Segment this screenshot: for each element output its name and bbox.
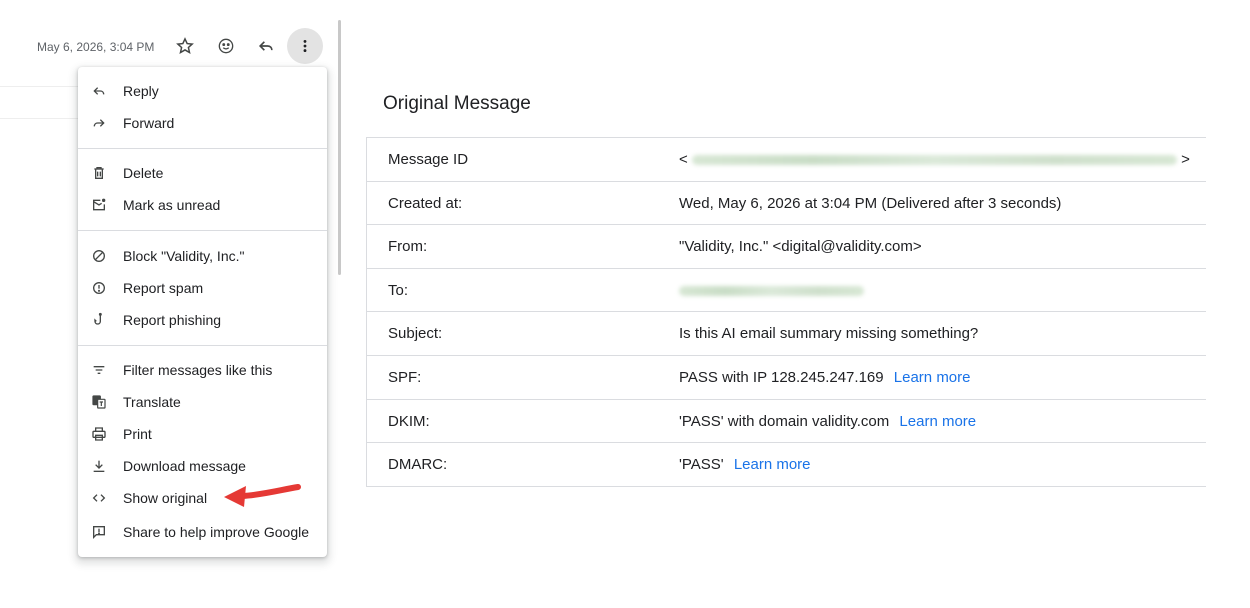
print-icon — [90, 425, 108, 443]
message-id-value: < > — [679, 151, 1190, 168]
table-row: To: — [367, 269, 1206, 313]
annotation-arrow — [224, 484, 301, 507]
divider — [0, 86, 80, 87]
row-value: "Validity, Inc." <digital@validity.com> — [679, 238, 922, 256]
redacted-recipient — [679, 285, 864, 296]
menu-item-label: Report spam — [123, 280, 204, 296]
menu-item-label: Translate — [123, 394, 181, 410]
message-details-table: Message ID < > Created at: Wed, May 6, 2… — [366, 137, 1206, 487]
menu-divider — [78, 345, 327, 346]
table-row: Created at: Wed, May 6, 2026 at 3:04 PM … — [367, 182, 1206, 226]
menu-item-label: Report phishing — [123, 312, 222, 328]
scrollbar[interactable] — [338, 20, 341, 275]
message-date: May 6, 2026, 3:04 PM — [37, 40, 155, 54]
row-label: From: — [388, 238, 428, 256]
learn-more-link[interactable]: Learn more — [899, 413, 976, 430]
menu-item-mark-unread[interactable]: Mark as unread — [78, 190, 327, 220]
row-label: To: — [388, 281, 409, 299]
redacted-message-id — [691, 155, 1177, 166]
menu-item-print[interactable]: Print — [78, 419, 327, 449]
table-row: DKIM: 'PASS' with domain validity.com Le… — [367, 400, 1206, 444]
menu-item-delete[interactable]: Delete — [78, 158, 327, 188]
dkim-result: 'PASS' with domain validity.com — [679, 412, 890, 430]
divider — [0, 118, 80, 119]
more-vert-icon[interactable] — [287, 28, 323, 64]
table-row: From: "Validity, Inc." <digital@validity… — [367, 225, 1206, 269]
menu-item-download[interactable]: Download message — [78, 451, 327, 481]
star-icon[interactable] — [171, 32, 199, 60]
table-row: DMARC: 'PASS' Learn more — [367, 443, 1206, 487]
menu-item-label: Forward — [123, 115, 175, 131]
row-label: Message ID — [388, 151, 469, 168]
row-value: Is this AI email summary missing somethi… — [679, 325, 979, 343]
forward-icon — [90, 114, 108, 132]
menu-item-reply[interactable]: Reply — [78, 76, 327, 106]
menu-item-label: Share to help improve Google — [123, 524, 309, 540]
trash-icon — [90, 164, 108, 182]
menu-item-label: Show original — [123, 490, 208, 506]
to-value — [679, 282, 864, 299]
reply-icon[interactable] — [252, 32, 280, 60]
dmarc-result: 'PASS' — [679, 456, 724, 474]
learn-more-link[interactable]: Learn more — [894, 369, 971, 386]
code-icon — [90, 489, 108, 507]
mark-unread-icon — [90, 196, 108, 214]
menu-divider — [78, 148, 327, 149]
table-row: Message ID < > — [367, 138, 1206, 182]
row-value: PASS with IP 128.245.247.169 Learn more — [679, 369, 971, 386]
row-label: Subject: — [388, 325, 443, 343]
menu-item-label: Reply — [123, 83, 159, 99]
emoji-icon[interactable] — [212, 32, 240, 60]
reply-icon — [90, 82, 108, 100]
download-icon — [90, 457, 108, 475]
row-value: 'PASS' with domain validity.com Learn mo… — [679, 413, 976, 430]
menu-item-translate[interactable]: Translate — [78, 387, 327, 417]
page-title: Original Message — [383, 93, 531, 114]
learn-more-link[interactable]: Learn more — [734, 456, 811, 473]
menu-item-label: Delete — [123, 165, 164, 181]
menu-item-label: Block "Validity, Inc." — [123, 248, 245, 264]
menu-divider — [78, 230, 327, 231]
menu-item-label: Mark as unread — [123, 197, 221, 213]
filter-icon — [90, 361, 108, 379]
row-label: SPF: — [388, 368, 422, 386]
menu-item-report-spam[interactable]: Report spam — [78, 273, 327, 303]
spf-result: PASS with IP 128.245.247.169 — [679, 368, 884, 386]
row-value: 'PASS' Learn more — [679, 456, 811, 473]
translate-icon — [90, 393, 108, 411]
row-label: DMARC: — [388, 456, 448, 474]
menu-item-report-phishing[interactable]: Report phishing — [78, 305, 327, 335]
menu-item-forward[interactable]: Forward — [78, 108, 327, 138]
menu-item-share-feedback[interactable]: Share to help improve Google — [78, 517, 327, 547]
table-row: Subject: Is this AI email summary missin… — [367, 312, 1206, 356]
menu-item-label: Print — [123, 426, 152, 442]
phishing-icon — [90, 311, 108, 329]
menu-item-label: Filter messages like this — [123, 362, 273, 378]
menu-item-label: Download message — [123, 458, 246, 474]
row-label: DKIM: — [388, 412, 430, 430]
feedback-icon — [90, 523, 108, 541]
block-icon — [90, 247, 108, 265]
table-row: SPF: PASS with IP 128.245.247.169 Learn … — [367, 356, 1206, 400]
menu-item-block[interactable]: Block "Validity, Inc." — [78, 241, 327, 271]
value-suffix: > — [1181, 151, 1190, 168]
value-prefix: < — [679, 151, 688, 168]
menu-item-filter[interactable]: Filter messages like this — [78, 355, 327, 385]
report-spam-icon — [90, 279, 108, 297]
row-label: Created at: — [388, 194, 463, 212]
row-value: Wed, May 6, 2026 at 3:04 PM (Delivered a… — [679, 194, 1062, 212]
